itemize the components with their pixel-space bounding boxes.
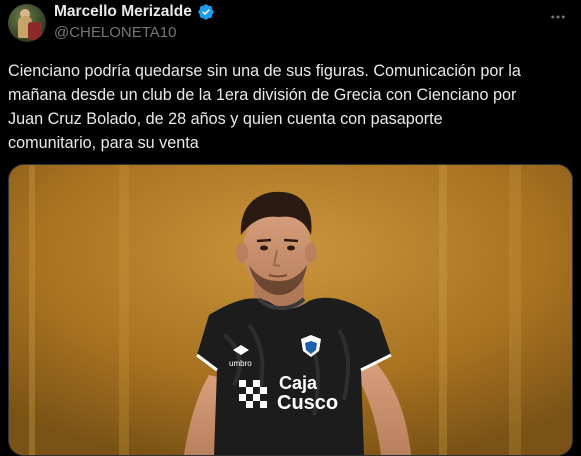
profile-avatar[interactable] [8, 4, 46, 42]
more-options-icon[interactable] [549, 8, 567, 26]
jersey-sponsor-cusco: Cusco [277, 392, 338, 414]
jersey-brand-text: umbro [229, 359, 252, 368]
tweet-text: Cienciano podría quedarse sin una de sus… [8, 59, 568, 155]
jersey-sponsor-caja: Caja [279, 373, 318, 393]
verified-badge-icon [198, 4, 214, 20]
author-handle[interactable]: @CHELONETA10 [54, 24, 176, 41]
tweet-text-line: Juan Cruz Bolado, de 28 años y quien cue… [8, 110, 443, 128]
player-photo: umbro Caja Cusco [9, 165, 572, 455]
tweet-text-line: Cienciano podría quedarse sin una de sus… [8, 62, 521, 80]
author-display-name[interactable]: Marcello Merizalde [54, 3, 192, 21]
tweet-text-line: comunitario, para su venta [8, 134, 199, 152]
tweet-media-image[interactable]: umbro Caja Cusco [8, 164, 573, 456]
tweet-card[interactable]: Marcello Merizalde @CHELONETA10 Ciencian… [0, 0, 581, 456]
author-name-row: Marcello Merizalde [54, 3, 215, 21]
tweet-text-line: mañana desde un club de la 1era división… [8, 86, 517, 104]
